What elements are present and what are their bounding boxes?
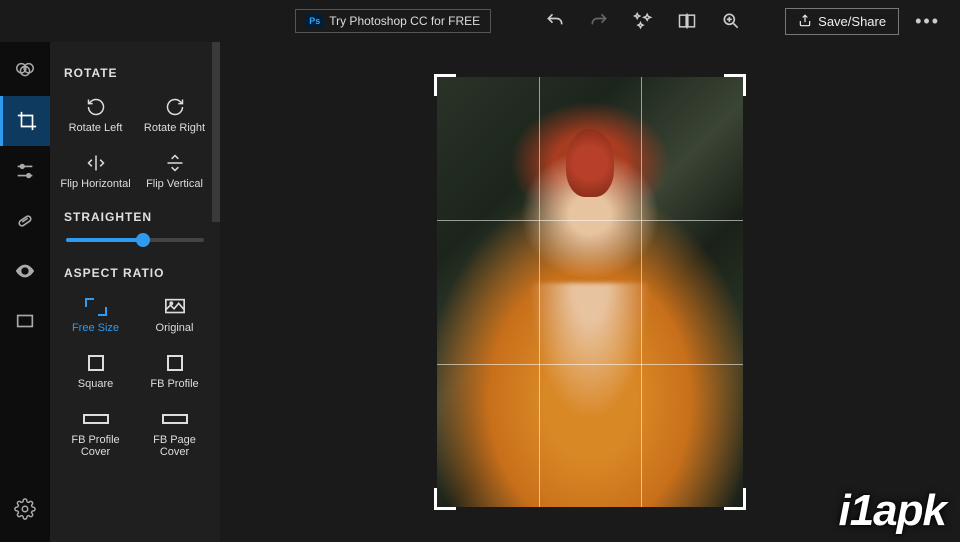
flip-horizontal-button[interactable]: Flip Horizontal — [58, 146, 133, 196]
adjustments-tool[interactable] — [0, 46, 50, 96]
photoshop-badge: Ps — [306, 14, 323, 28]
aspect-fb-page-cover-button[interactable]: FB Page Cover — [137, 402, 212, 464]
aspect-square-button[interactable]: Square — [58, 346, 133, 396]
square-icon — [88, 355, 104, 371]
flip-vertical-button[interactable]: Flip Vertical — [137, 146, 212, 196]
crop-panel: ROTATE Rotate Left Rotate Right Flip Hor… — [50, 42, 220, 542]
rotate-left-label: Rotate Left — [69, 122, 123, 134]
crop-handle-bl[interactable] — [434, 488, 456, 510]
slider-thumb[interactable] — [136, 233, 150, 247]
try-photoshop-label: Try Photoshop CC for FREE — [329, 14, 480, 28]
auto-enhance-button[interactable] — [625, 3, 661, 39]
save-share-label: Save/Share — [818, 14, 886, 29]
undo-button[interactable] — [537, 3, 573, 39]
settings-button[interactable] — [0, 484, 50, 534]
rotate-right-button[interactable]: Rotate Right — [137, 90, 212, 140]
rotate-left-icon — [85, 97, 107, 117]
crop-tool[interactable] — [0, 96, 50, 146]
aspect-fb-page-label: FB Page Cover — [139, 434, 210, 458]
aspect-free-label: Free Size — [72, 322, 119, 334]
aspect-free-size-button[interactable]: Free Size — [58, 290, 133, 340]
aspect-original-button[interactable]: Original — [137, 290, 212, 340]
original-icon — [164, 297, 186, 317]
photo-preview — [437, 77, 743, 507]
aspect-original-label: Original — [156, 322, 194, 334]
canvas-area — [220, 42, 960, 542]
panel-scrollbar[interactable] — [212, 42, 220, 222]
crop-handle-tr[interactable] — [724, 74, 746, 96]
fb-cover-icon — [83, 414, 109, 424]
flip-vertical-label: Flip Vertical — [146, 178, 203, 190]
redo-button[interactable] — [581, 3, 617, 39]
aspect-fb-profile-cover-button[interactable]: FB Profile Cover — [58, 402, 133, 464]
eye-tool[interactable] — [0, 246, 50, 296]
aspect-fb-cover-label: FB Profile Cover — [60, 434, 131, 458]
crop-handle-br[interactable] — [724, 488, 746, 510]
compare-button[interactable] — [669, 3, 705, 39]
share-icon — [798, 14, 812, 28]
aspect-fb-profile-label: FB Profile — [150, 378, 198, 390]
flip-horizontal-icon — [85, 153, 107, 173]
heal-tool[interactable] — [0, 196, 50, 246]
crop-frame[interactable] — [437, 77, 743, 507]
flip-horizontal-label: Flip Horizontal — [60, 178, 130, 190]
straighten-section-title: STRAIGHTEN — [64, 210, 212, 224]
top-toolbar: Ps Try Photoshop CC for FREE Save/Share … — [0, 0, 960, 42]
sliders-tool[interactable] — [0, 146, 50, 196]
frame-tool[interactable] — [0, 296, 50, 346]
rotate-right-label: Rotate Right — [144, 122, 205, 134]
zoom-button[interactable] — [713, 3, 749, 39]
straighten-slider[interactable] — [66, 238, 204, 242]
rotate-right-icon — [164, 97, 186, 117]
aspect-square-label: Square — [78, 378, 113, 390]
free-size-icon — [85, 298, 107, 316]
more-menu-button[interactable]: ••• — [907, 11, 948, 32]
rotate-section-title: ROTATE — [64, 66, 212, 80]
fb-page-icon — [162, 414, 188, 424]
fb-profile-icon — [167, 355, 183, 371]
flip-vertical-icon — [164, 153, 186, 173]
tool-strip — [0, 42, 50, 542]
try-photoshop-button[interactable]: Ps Try Photoshop CC for FREE — [295, 9, 491, 33]
aspect-fb-profile-button[interactable]: FB Profile — [137, 346, 212, 396]
rotate-left-button[interactable]: Rotate Left — [58, 90, 133, 140]
save-share-button[interactable]: Save/Share — [785, 8, 899, 35]
slider-fill — [66, 238, 143, 242]
crop-handle-tl[interactable] — [434, 74, 456, 96]
aspect-ratio-section-title: ASPECT RATIO — [64, 266, 212, 280]
